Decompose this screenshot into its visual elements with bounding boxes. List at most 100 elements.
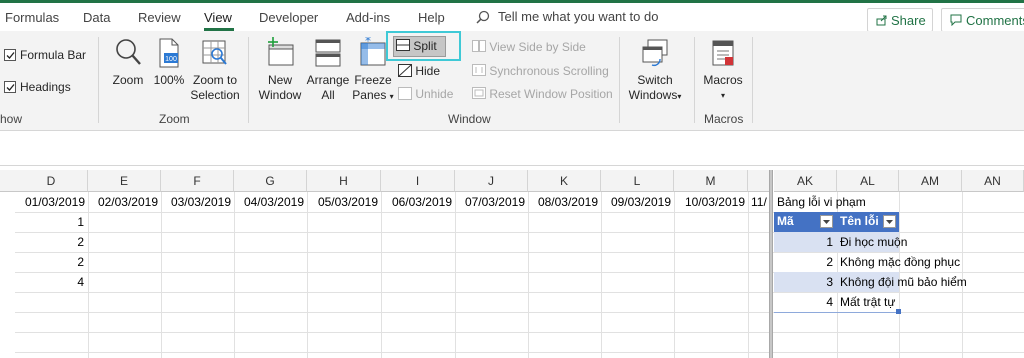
table-name-cell[interactable]: Đi học muộn: [840, 233, 907, 253]
filter-dropdown-icon[interactable]: [883, 215, 896, 228]
hide-label: Hide: [415, 64, 441, 78]
zoom-100-label: 100%: [153, 73, 185, 87]
tab-help[interactable]: Help: [418, 10, 445, 25]
gridline: [674, 192, 675, 358]
ribbon: Formula Bar Headings how Zoom 100 100% Z…: [0, 31, 1024, 131]
table-name-cell[interactable]: Không mặc đồng phục: [840, 253, 960, 273]
table-code-cell[interactable]: 4: [774, 293, 837, 313]
column-header-partial[interactable]: [748, 170, 769, 192]
share-icon: [876, 15, 887, 26]
table-resize-handle[interactable]: [896, 309, 901, 314]
comments-button[interactable]: Comments: [941, 8, 1024, 32]
zoom-100-button[interactable]: 100 100%: [152, 37, 186, 88]
tab-formulas[interactable]: Formulas: [5, 10, 59, 25]
group-separator: [694, 37, 695, 123]
new-window-icon: [268, 37, 294, 66]
table-name-cell[interactable]: Mất trật tự: [840, 293, 895, 313]
formula-bar-area[interactable]: [0, 131, 1024, 166]
synchronous-scrolling-button[interactable]: Synchronous Scrolling: [472, 63, 609, 79]
zoom-to-selection-button[interactable]: Zoom to Selection: [188, 37, 242, 103]
tab-data[interactable]: Data: [83, 10, 110, 25]
split-icon: [396, 39, 410, 51]
split-label: Split: [413, 39, 437, 53]
column-header-al[interactable]: AL: [837, 170, 899, 192]
gridline: [307, 192, 308, 358]
magnifier-icon: [116, 39, 141, 65]
column-header-f[interactable]: F: [161, 170, 234, 192]
date-cell[interactable]: 03/03/2019: [161, 193, 234, 213]
split-button[interactable]: Split: [393, 36, 446, 57]
table-code-cell[interactable]: 3: [774, 273, 837, 293]
arrange-all-button[interactable]: Arrange All: [305, 37, 351, 103]
column-header-am[interactable]: AM: [899, 170, 962, 192]
reset-window-position-button[interactable]: Reset Window Position: [472, 86, 613, 102]
macros-button[interactable]: Macros ▾: [700, 37, 746, 103]
tab-view[interactable]: View: [204, 10, 232, 25]
date-cell[interactable]: 05/03/2019: [307, 193, 381, 213]
tab-review[interactable]: Review: [138, 10, 181, 25]
date-cell[interactable]: 02/03/2019: [88, 193, 161, 213]
d-value-cell[interactable]: 2: [15, 253, 88, 273]
new-window-button[interactable]: New Window: [256, 37, 304, 103]
table-title-cell[interactable]: Bảng lỗi vi phạm: [777, 193, 866, 213]
svg-text:100: 100: [165, 56, 177, 63]
column-header-m[interactable]: M: [674, 170, 748, 192]
column-header-l[interactable]: L: [601, 170, 674, 192]
d-value-cell[interactable]: 2: [15, 233, 88, 253]
table-name-cell[interactable]: Không đội mũ bảo hiểm: [840, 273, 967, 293]
column-header-k[interactable]: K: [528, 170, 601, 192]
column-header-d[interactable]: D: [15, 170, 88, 192]
date-cell[interactable]: 07/03/2019: [455, 193, 528, 213]
date-cell[interactable]: 06/03/2019: [381, 193, 455, 213]
zoom-button[interactable]: Zoom: [108, 37, 148, 88]
table-code-cell[interactable]: 2: [774, 253, 837, 273]
tell-me-box[interactable]: Tell me what you want to do: [476, 9, 658, 24]
column-header-h[interactable]: H: [307, 170, 381, 192]
side-by-side-icon: [472, 40, 486, 52]
header-ten-loi-label: Tên lỗi: [840, 214, 879, 228]
column-header-g[interactable]: G: [234, 170, 307, 192]
column-header-ak[interactable]: AK: [774, 170, 837, 192]
filter-dropdown-icon[interactable]: [820, 215, 833, 228]
headings-checkbox[interactable]: Headings: [4, 79, 71, 95]
group-separator: [98, 37, 99, 123]
switch-windows-button[interactable]: Switch Windows▾: [624, 37, 686, 104]
split-pane-divider[interactable]: [769, 170, 773, 358]
date-cell[interactable]: 09/03/2019: [601, 193, 674, 213]
column-header-an[interactable]: AN: [962, 170, 1024, 192]
macros-label: Macros: [703, 73, 743, 87]
worksheet: D E F G H I J K L M AK AL AM AN 01/03/20…: [0, 166, 1024, 358]
zoom-group-label: Zoom: [159, 112, 190, 126]
hide-button[interactable]: Hide: [398, 63, 440, 79]
search-icon: [476, 10, 490, 24]
tab-developer[interactable]: Developer: [259, 10, 318, 25]
unhide-icon: [398, 87, 412, 100]
tab-add-ins[interactable]: Add-ins: [346, 10, 390, 25]
date-cell[interactable]: 10/03/2019: [674, 193, 748, 213]
formula-bar-checkbox[interactable]: Formula Bar: [4, 47, 86, 63]
date-cell[interactable]: 08/03/2019: [528, 193, 601, 213]
dropdown-arrow-icon: ▾: [677, 92, 682, 101]
gridline: [234, 192, 235, 358]
d-value-cell[interactable]: 1: [15, 213, 88, 233]
unhide-button[interactable]: Unhide: [398, 86, 453, 102]
checkbox-checked-icon: [4, 49, 16, 61]
date-cell-partial[interactable]: 11/: [751, 193, 769, 213]
new-window-label-2: Window: [258, 88, 302, 102]
column-header-j[interactable]: J: [455, 170, 528, 192]
table-code-cell[interactable]: 1: [774, 233, 837, 253]
view-side-by-side-button[interactable]: View Side by Side: [472, 39, 586, 55]
date-cell[interactable]: 04/03/2019: [234, 193, 307, 213]
date-cell[interactable]: 01/03/2019: [15, 193, 88, 213]
table-bottom-border: [774, 312, 899, 313]
column-header-e[interactable]: E: [88, 170, 161, 192]
switch-label-1: Switch: [637, 73, 673, 87]
arrange-label-1: Arrange: [306, 73, 350, 87]
window-group-label: Window: [448, 112, 491, 126]
column-header-spacer: [0, 170, 15, 192]
column-header-i[interactable]: I: [381, 170, 455, 192]
switch-label-2: Windows▾: [628, 88, 682, 102]
d-value-cell[interactable]: 4: [15, 273, 88, 293]
share-button[interactable]: Share: [867, 8, 933, 32]
view-side-label: View Side by Side: [489, 40, 586, 54]
